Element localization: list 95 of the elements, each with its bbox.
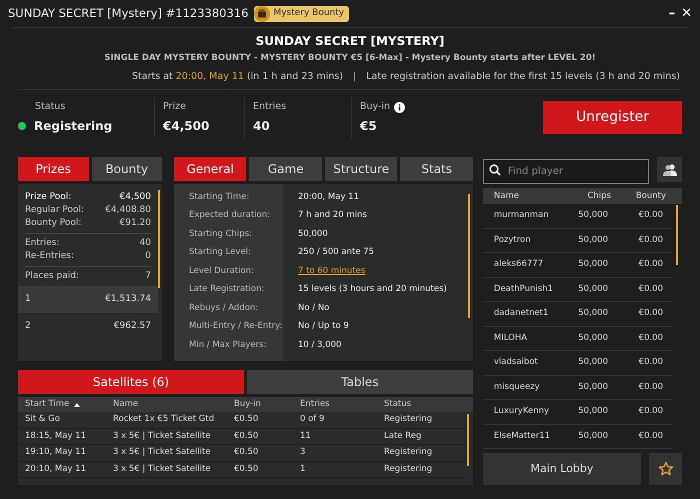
stat-label: Entries — [253, 100, 286, 114]
player-row[interactable]: aleks66777 50,000 €0.00 — [482, 253, 673, 278]
column-header[interactable]: Name — [494, 190, 561, 202]
payout-place: 2 — [25, 320, 31, 333]
find-player-field[interactable]: Find player — [482, 159, 649, 184]
star-icon — [658, 461, 674, 477]
info-label: Starting Time: — [189, 190, 250, 204]
player-row[interactable]: DeathPunish1 50,000 €0.00 — [482, 278, 673, 302]
satellite-row[interactable]: 19:10, May 11 3 x 5€ | Ticket Satellite €0.50 3 Registering — [18, 445, 467, 462]
player-row[interactable]: dadanetnet1 50,000 €0.00 — [482, 302, 673, 326]
satellite-row[interactable]: Sit & Go Rocket 1x €5 Ticket Gtd €0.50 0 of 9 Registering — [18, 412, 467, 428]
payout-amount: €962.57 — [114, 320, 151, 333]
prize-label: Entries: — [25, 237, 60, 250]
player-row[interactable]: murmanman 50,000 €0.00 — [482, 204, 673, 228]
info-label: Starting Level: — [189, 246, 252, 260]
player-row[interactable]: LuxuryKenny 50,000 €0.00 — [482, 400, 673, 424]
info-value: 20:00, May 11 — [298, 190, 359, 204]
info-value: 15 levels (3 hours and 20 minutes) — [298, 283, 447, 296]
prize-value: €4,408.80 — [105, 204, 151, 217]
favorite-button[interactable] — [649, 453, 682, 485]
info-value: No / Up to 9 — [298, 320, 349, 334]
tournament-title: SUNDAY SECRET [MYSTERY] — [256, 33, 444, 50]
info-value: No / No — [298, 302, 330, 315]
close-button[interactable]: ✕ — [681, 7, 692, 20]
tab[interactable]: Structure — [324, 157, 398, 181]
payout-place: 1 — [25, 292, 31, 306]
tab[interactable]: Tables — [246, 370, 473, 394]
prize-label: Bounty Pool: — [25, 217, 82, 230]
info-value: 250 / 500 ante 75 — [298, 246, 374, 260]
column-header[interactable]: Bounty — [611, 190, 666, 202]
info-label: Multi-Entry / Re-Entry: — [189, 320, 283, 334]
prize-value: €4,500 — [120, 191, 151, 204]
satellite-row[interactable]: 20:10, May 11 3 x 5€ | Ticket Satellite €0.50 1 Registering — [18, 462, 467, 478]
info-label: Rebuys / Addon: — [189, 302, 260, 315]
start-time-text: Starts at 20:00, May 11 (in 1 h and 23 mins) — [132, 70, 344, 84]
level-duration-link[interactable]: 7 to 60 minutes — [298, 264, 366, 278]
scrollbar[interactable] — [468, 194, 470, 318]
player-row[interactable]: Pozytron 50,000 €0.00 — [482, 228, 673, 253]
info-label: Expected duration: — [189, 209, 271, 222]
player-row[interactable]: ElseMatter11 50,000 €0.00 — [482, 424, 673, 449]
column-header[interactable]: Status — [384, 398, 412, 411]
payout-amount: €1,513.74 — [105, 292, 151, 306]
stat-value: Registering — [34, 118, 112, 136]
late-registration-text: Late registration available for the first 15 levels (3 h and 20 mins) — [366, 70, 680, 84]
info-value: 50,000 — [298, 228, 328, 241]
briefcase-icon — [254, 6, 270, 22]
player-row[interactable]: misqueezy 50,000 €0.00 — [482, 376, 673, 400]
player-row[interactable]: MILOHA 50,000 €0.00 — [482, 326, 673, 351]
scrollbar[interactable] — [466, 414, 469, 466]
info-label: Late Registration: — [189, 283, 266, 296]
prize-label: Prize Pool: — [25, 191, 72, 204]
stat-label: Buy-in — [360, 100, 390, 114]
window-title: SUNDAY SECRET [Mystery] #1123380316 — [8, 4, 248, 22]
info-label: Level Duration: — [189, 264, 255, 278]
info-value: 7 h and 20 mins — [298, 209, 367, 222]
main-lobby-button[interactable]: Main Lobby — [482, 453, 641, 485]
prize-label: Re-Entries: — [25, 250, 74, 263]
column-header[interactable]: Entries — [300, 398, 330, 411]
minimize-button[interactable]: – — [668, 7, 676, 20]
info-icon[interactable] — [394, 102, 406, 112]
stat-value: €4,500 — [163, 118, 210, 136]
tab[interactable]: General — [174, 157, 246, 181]
column-header[interactable]: Chips — [561, 190, 611, 202]
info-label: Min / Max Players: — [189, 338, 268, 352]
scrollbar[interactable] — [158, 190, 160, 288]
stat-label: Prize — [163, 100, 186, 114]
tab[interactable]: Stats — [400, 157, 473, 181]
info-label: Starting Chips: — [189, 228, 253, 241]
prize-value: 40 — [140, 237, 151, 250]
separator-text: | — [353, 70, 356, 84]
stat-value: €5 — [360, 118, 377, 136]
players-button[interactable] — [657, 157, 682, 182]
satellite-row[interactable]: 18:15, May 11 3 x 5€ | Ticket Satellite €0.50 11 Late Reg — [18, 428, 467, 445]
prize-value: 0 — [145, 250, 151, 263]
tournament-subtitle: SINGLE DAY MYSTERY BOUNTY - MYSTERY BOUNTY €5 [6-Max] - Mystery Bounty starts after LEVEL 20! — [104, 52, 596, 65]
stat-value: 40 — [253, 118, 270, 136]
player-row[interactable]: vladsaibot 50,000 €0.00 — [482, 351, 673, 376]
tab[interactable]: Bounty — [92, 157, 162, 181]
column-header[interactable]: Start Time — [25, 398, 70, 411]
scrollbar[interactable] — [676, 205, 678, 265]
mystery-bounty-badge: Mystery Bounty — [254, 6, 350, 22]
tab[interactable]: Prizes — [18, 157, 88, 181]
column-header[interactable]: Name — [113, 398, 138, 411]
tab[interactable]: Satellites (6) — [18, 370, 244, 394]
people-icon — [662, 164, 676, 176]
prize-label: Regular Pool: — [25, 204, 84, 217]
info-value: 10 / 3,000 — [298, 338, 342, 352]
search-icon — [488, 164, 501, 176]
column-header[interactable]: Buy-in — [234, 398, 261, 411]
unregister-button[interactable]: Unregister — [543, 101, 682, 134]
prize-value: 7 — [145, 270, 151, 283]
stat-label: Status — [35, 100, 66, 114]
prize-label: Places paid: — [25, 270, 79, 283]
prize-value: €91.20 — [120, 217, 151, 230]
tab[interactable]: Game — [249, 157, 322, 181]
